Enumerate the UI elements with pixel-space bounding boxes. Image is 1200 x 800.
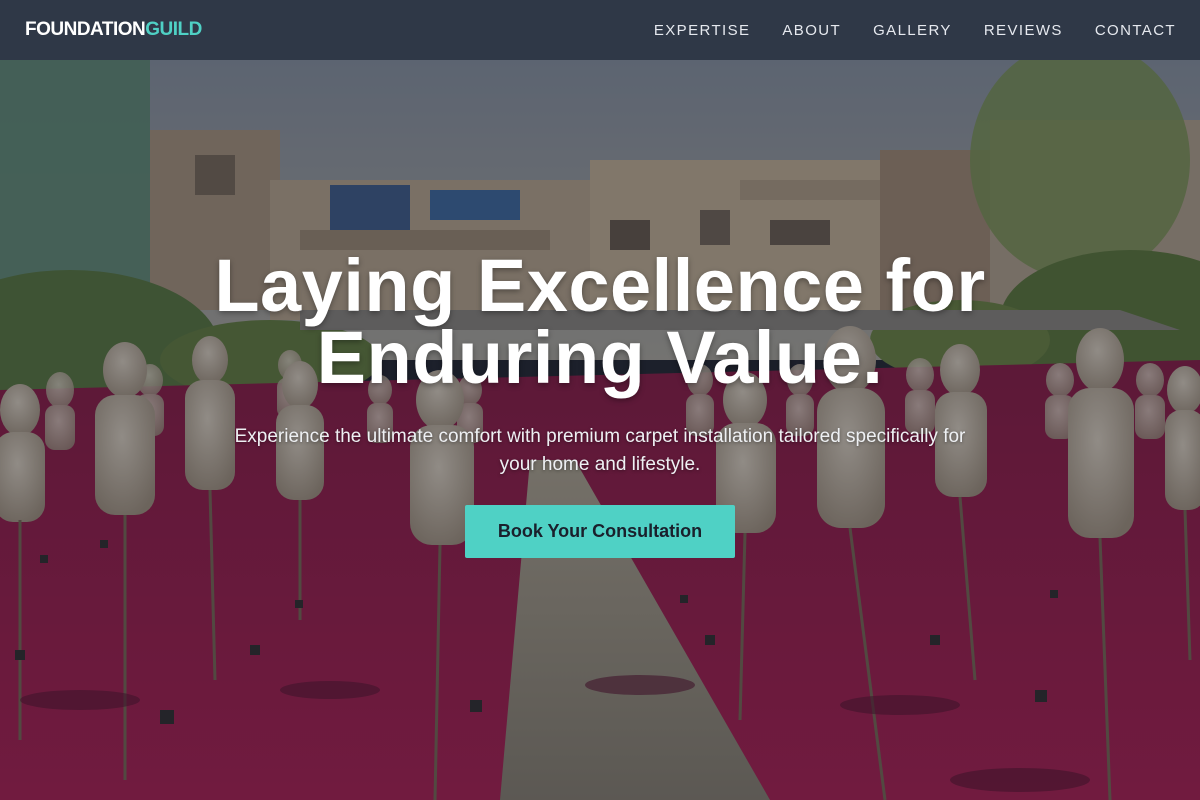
landing-page: FOUNDATIONGUILD EXPERTISE ABOUT GALLERY … xyxy=(0,0,1200,800)
nav-link-contact[interactable]: CONTACT xyxy=(1095,22,1176,39)
hero-headline: Laying Excellence for Enduring Value. xyxy=(100,249,1100,395)
nav-link-about[interactable]: ABOUT xyxy=(782,22,841,39)
site-header: FOUNDATIONGUILD EXPERTISE ABOUT GALLERY … xyxy=(0,0,1200,60)
book-consultation-button[interactable]: Book Your Consultation xyxy=(465,505,735,558)
logo-primary: FOUNDATION xyxy=(25,19,146,40)
logo-accent: GUILD xyxy=(145,19,202,40)
nav-link-gallery[interactable]: GALLERY xyxy=(873,22,952,39)
hero-headline-line-1: Laying Excellence for xyxy=(214,244,986,327)
hero-subtext: Experience the ultimate comfort with pre… xyxy=(170,423,1030,479)
hero-subtext-line-1: Experience the ultimate comfort with pre… xyxy=(234,426,966,447)
hero-headline-line-2: Enduring Value. xyxy=(316,316,884,399)
nav-link-reviews[interactable]: REVIEWS xyxy=(984,22,1063,39)
site-logo[interactable]: FOUNDATIONGUILD xyxy=(25,19,202,41)
hero-content: Laying Excellence for Enduring Value. Ex… xyxy=(0,60,1200,800)
nav-link-expertise[interactable]: EXPERTISE xyxy=(654,22,751,39)
hero-section: Laying Excellence for Enduring Value. Ex… xyxy=(0,60,1200,800)
hero-subtext-line-2: your home and lifestyle. xyxy=(499,454,701,475)
main-nav: EXPERTISE ABOUT GALLERY REVIEWS CONTACT xyxy=(654,22,1176,39)
